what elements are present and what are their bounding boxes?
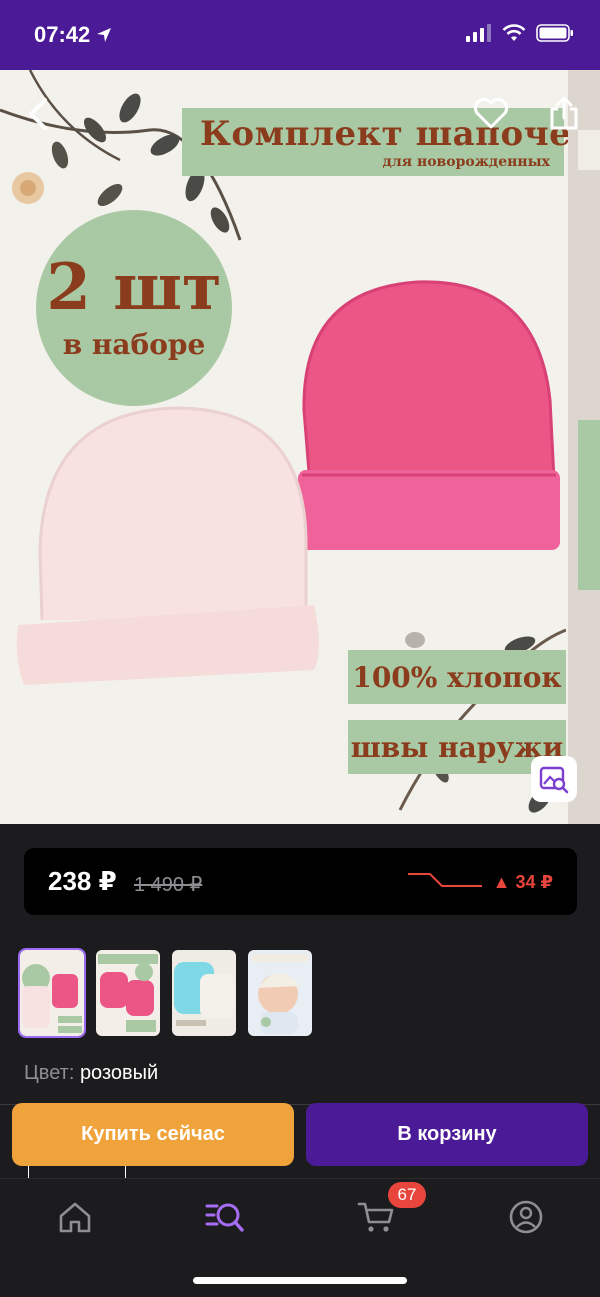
image-thumbnails <box>18 948 312 1038</box>
price-change: ▲ 34 ₽ <box>492 872 553 892</box>
status-indicators <box>466 24 574 42</box>
cart-count-badge: 67 <box>388 1182 426 1208</box>
image-search-icon <box>539 766 569 794</box>
back-button[interactable] <box>20 94 56 134</box>
share-button[interactable] <box>546 92 582 134</box>
chevron-left-icon <box>29 98 47 130</box>
catalog-search-icon <box>205 1203 244 1232</box>
buy-now-button[interactable]: Купить сейчас <box>12 1103 294 1166</box>
light-pink-hat-image <box>16 406 319 685</box>
color-value: розовый <box>79 1062 159 1084</box>
thumbnail[interactable] <box>18 948 86 1038</box>
location-arrow-icon <box>97 28 112 42</box>
set-count-label: в наборе <box>62 328 206 361</box>
home-indicator[interactable] <box>193 1277 407 1284</box>
product-image: Комплект шапочек для новорожденных 2 шт … <box>0 70 596 824</box>
current-price: 238 ₽ <box>48 866 117 896</box>
price-trend-sparkline <box>408 873 482 887</box>
home-icon <box>59 1202 91 1233</box>
banner-title: Комплект шапочек <box>200 114 597 154</box>
set-count-badge: 2 шт в наборе <box>36 210 232 406</box>
thumbnail-image <box>98 954 158 1032</box>
favorite-button[interactable] <box>470 94 512 134</box>
heart-icon <box>473 98 509 129</box>
set-count: 2 шт <box>46 250 222 325</box>
peek-banner <box>578 130 600 170</box>
thumbnail-image <box>252 954 308 1034</box>
profile-icon <box>509 1200 543 1234</box>
tab-catalog[interactable] <box>205 1197 245 1237</box>
old-price: 1 490 ₽ <box>134 874 203 896</box>
thumbnail[interactable] <box>96 950 160 1036</box>
thumbnail-image <box>174 962 234 1026</box>
color-selection: Цвет: розовый <box>24 1062 158 1085</box>
banner-subtitle: для новорожденных <box>382 154 550 170</box>
status-bar: 07:42 <box>0 0 600 70</box>
image-search-button[interactable] <box>531 756 577 802</box>
thumbnail[interactable] <box>248 950 312 1036</box>
battery-icon <box>536 24 573 42</box>
thumbnail-image <box>22 964 82 1033</box>
tab-profile[interactable] <box>506 1197 546 1237</box>
feature-tag: 100% хлопок <box>348 650 566 704</box>
price-panel[interactable]: 238 ₽ 1 490 ₽ ▲ 34 ₽ <box>24 848 577 915</box>
clock-text: 07:42 <box>34 22 91 47</box>
cart-icon <box>357 1202 394 1232</box>
wifi-icon <box>502 24 526 41</box>
status-time: 07:42 <box>34 22 112 48</box>
peek-badge <box>578 420 600 590</box>
share-icon <box>550 96 578 130</box>
next-image-peek[interactable] <box>568 70 600 824</box>
color-label: Цвет: <box>24 1062 75 1084</box>
add-to-cart-button[interactable]: В корзину <box>306 1103 588 1166</box>
pink-hat-image <box>298 280 560 550</box>
signal-icon <box>466 24 491 42</box>
product-image-gallery[interactable]: Комплект шапочек для новорожденных 2 шт … <box>0 70 600 824</box>
tab-home[interactable] <box>55 1197 95 1237</box>
thumbnail[interactable] <box>172 950 236 1036</box>
